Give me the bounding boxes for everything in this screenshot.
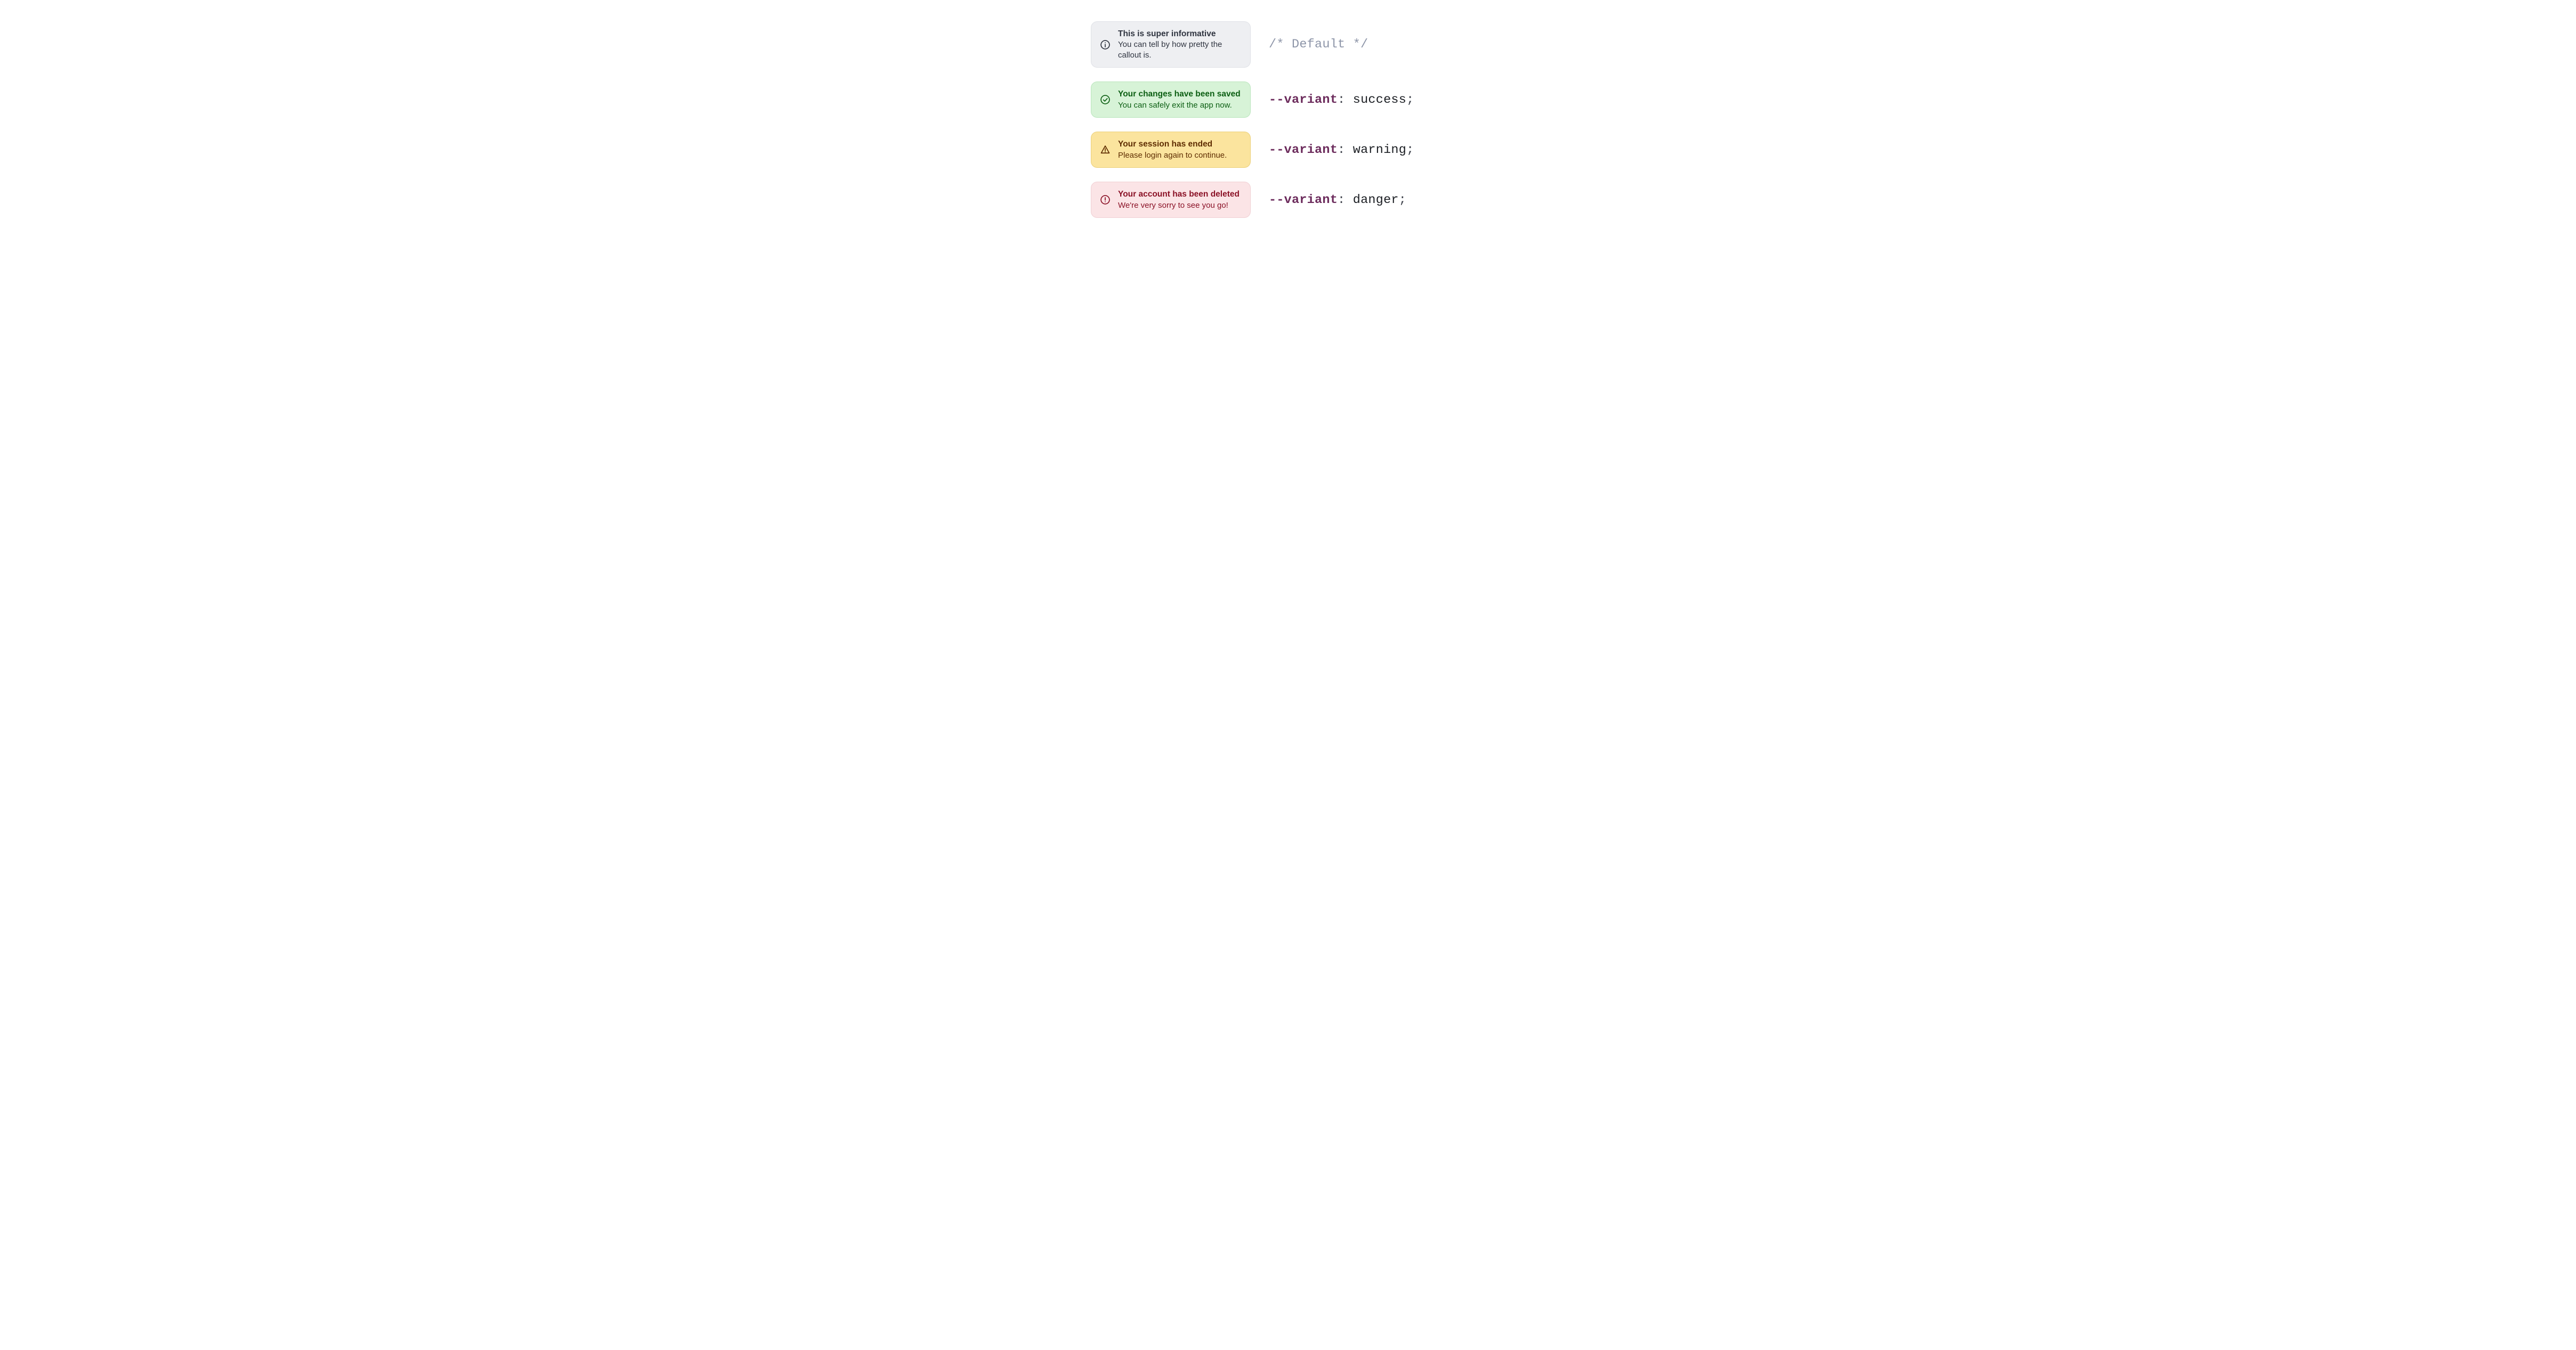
callout-warning: Your session has ended Please login agai… [1091, 132, 1251, 168]
callout-title: Your account has been deleted [1118, 189, 1240, 199]
callout-description: We're very sorry to see you go! [1118, 200, 1240, 211]
code-colon: : [1338, 193, 1353, 207]
code-comment: /* Default */ [1269, 37, 1368, 52]
code-semicolon: ; [1399, 193, 1406, 207]
callout-description: You can safely exit the app now. [1118, 100, 1241, 111]
callout-text: Your changes have been saved You can saf… [1118, 89, 1241, 110]
code-label-success: --variant: success; [1269, 93, 1485, 107]
callout-text: This is super informative You can tell b… [1118, 29, 1242, 60]
code-semicolon: ; [1406, 143, 1414, 157]
callout-variant-demo: This is super informative You can tell b… [1091, 21, 1485, 218]
code-semicolon: ; [1406, 93, 1414, 107]
callout-danger: Your account has been deleted We're very… [1091, 182, 1251, 218]
code-label-danger: --variant: danger; [1269, 193, 1485, 207]
callout-row-success: Your changes have been saved You can saf… [1091, 82, 1485, 118]
alert-circle-icon [1100, 194, 1111, 205]
code-value: success [1353, 93, 1406, 107]
callout-row-default: This is super informative You can tell b… [1091, 21, 1485, 68]
callout-description: You can tell by how pretty the callout i… [1118, 39, 1242, 60]
alert-triangle-icon [1100, 144, 1111, 155]
callout-title: Your changes have been saved [1118, 89, 1241, 99]
callout-title: Your session has ended [1118, 139, 1227, 149]
callout-title: This is super informative [1118, 29, 1242, 39]
code-property: --variant [1269, 143, 1338, 157]
code-label-warning: --variant: warning; [1269, 143, 1485, 157]
code-value: warning [1353, 143, 1406, 157]
code-value: danger [1353, 193, 1399, 207]
code-colon: : [1338, 143, 1353, 157]
code-property: --variant [1269, 93, 1338, 107]
code-label-default: /* Default */ [1269, 37, 1485, 52]
callout-text: Your session has ended Please login agai… [1118, 139, 1227, 160]
callout-success: Your changes have been saved You can saf… [1091, 82, 1251, 118]
check-circle-icon [1100, 94, 1111, 105]
code-property: --variant [1269, 193, 1338, 207]
callout-text: Your account has been deleted We're very… [1118, 189, 1240, 210]
callout-row-danger: Your account has been deleted We're very… [1091, 182, 1485, 218]
callout-default: This is super informative You can tell b… [1091, 21, 1251, 68]
callout-description: Please login again to continue. [1118, 150, 1227, 161]
callout-row-warning: Your session has ended Please login agai… [1091, 132, 1485, 168]
info-icon [1100, 39, 1111, 50]
code-colon: : [1338, 93, 1353, 107]
